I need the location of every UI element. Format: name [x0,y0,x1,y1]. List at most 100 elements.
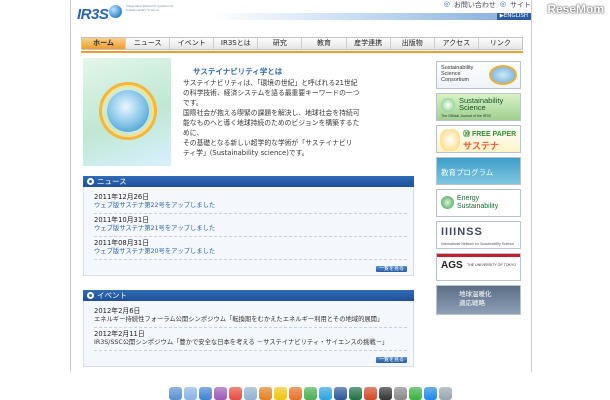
section-bullet-icon [87,178,94,185]
news-link[interactable]: ウェブ版サステナ第21号をアップしました [94,225,407,233]
event-title-link[interactable]: エネルギー持続性フォーラム公開シンポジウム「転換期をむかえたエネルギー利用とその… [94,316,407,324]
more-row: 一覧を見る [94,351,407,363]
banner-sublabel: The Official Journal of the IR3S [441,114,491,118]
firefox-icon[interactable] [288,387,302,400]
banner-inss[interactable]: IIIINSS International Network for Sustai… [436,221,521,249]
finder-icon[interactable] [168,387,182,400]
leaf-icon [441,196,454,209]
events-list: 2012年2月6日 エネルギー持続性フォーラム公開シンポジウム「転換期をむかえた… [83,301,414,367]
news-date: 2011年08月31日 [94,239,149,247]
nav-education[interactable]: 教育 [302,38,347,49]
banner-consortium[interactable]: Sustainability Science Consortium [436,61,521,89]
nav-research[interactable]: 研究 [258,38,303,49]
mascot-icon [440,129,460,151]
itunes-icon[interactable] [213,387,227,400]
banner-sublabel: THE UNIVERSITY OF TOKYO [467,263,517,267]
list-item: 2012年2月6日 エネルギー持続性フォーラム公開シンポジウム「転換期をむかえた… [94,305,407,328]
more-row: 一覧を見る [94,260,407,272]
site-header: IR3S Integrated Research System for Sust… [71,0,531,34]
hero-text: サステイナビリティは、「環境の世紀」と呼ばれる21世紀 の科学技術、経済システム… [183,79,360,157]
hero-image [83,58,171,166]
banner-label: AGS [441,260,463,271]
news-link[interactable]: ウェブ版サステナ第22号をアップしました [94,202,407,210]
ir3s-logo[interactable]: IR3S [77,6,109,23]
red-bar [437,254,520,257]
word-icon[interactable] [333,387,347,400]
contact-link[interactable]: お問い合わせ [454,0,496,10]
news-date: 2011年10月31日 [94,216,149,224]
photos-icon[interactable] [258,387,272,400]
top-links: ◎ お問い合わせ ◎ サイト [444,0,531,10]
header-stripe [211,13,531,20]
dropbox-icon[interactable] [423,387,437,400]
sidebar-banners: Sustainability Science Consortium Sustai… [436,61,521,319]
events-heading-label: イベント [97,291,127,300]
nav-underline [81,51,523,53]
hero-title: サステイナビリティ学とは [193,67,283,76]
mail-icon[interactable] [183,387,197,400]
hero-section: サステイナビリティ学とは サステイナビリティは、「環境の世紀」と呼ばれる21世紀… [81,56,416,168]
bullet-icon: ◎ [443,0,450,8]
news-link[interactable]: ウェブ版サステナ第20号をアップしました [94,248,407,256]
banner-label: IIIINSS [441,226,483,238]
news-more-button[interactable]: 一覧を見る [375,266,407,272]
events-more-button[interactable]: 一覧を見る [375,357,407,363]
banner-journal[interactable]: Sustainability Science The Official Jour… [436,93,521,121]
nav-publications[interactable]: 出版物 [391,38,435,49]
banner-label: 教育プログラム [441,168,494,177]
banner-adaptation[interactable]: 地球温暖化 適応戦略 [436,285,521,315]
list-item: 2011年10月31日 ウェブ版サステナ第21号をアップしました [94,214,407,237]
nav-news[interactable]: ニュース [126,38,171,49]
preview-icon[interactable] [243,387,257,400]
list-item: 2012年2月11日 IR3S/SSC公開シンポジウム「豊かで安全な日本を考える… [94,328,407,351]
main-nav: ホーム ニュース イベント IR3Sとは 研究 教育 産学連携 出版物 アクセス… [81,37,523,50]
section-bullet-icon [87,292,94,299]
event-date: 2012年2月11日 [94,330,145,338]
event-title-link[interactable]: IR3S/SSC公開シンポジウム「豊かで安全な日本を考える －サステイナビリティ… [94,339,407,347]
watermark: ReseMom [547,2,604,16]
nav-links[interactable]: リンク [479,38,522,49]
news-section: ニュース 2011年12月26日 ウェブ版サステナ第22号をアップしました 20… [83,176,414,276]
banner-sublabel: International Network for Sustainability… [441,242,515,246]
terminal-icon[interactable] [378,387,392,400]
events-heading: イベント [83,290,414,301]
events-section: イベント 2012年2月6日 エネルギー持続性フォーラム公開シンポジウム「転換期… [83,290,414,367]
banner-label: Energy Sustainability [457,195,499,210]
banner-free-paper[interactable]: ⑳ FREE PAPER サステナ [436,125,521,153]
banner-label: ⑳ FREE PAPER [463,131,517,138]
evernote-icon[interactable] [408,387,422,400]
chrome-icon[interactable] [303,387,317,400]
nav-home[interactable]: ホーム [82,38,127,49]
banner-energy[interactable]: Energy Sustainability [436,189,521,217]
banner-ags[interactable]: AGS THE UNIVERSITY OF TOKYO [436,253,521,281]
notes-icon[interactable] [273,387,287,400]
dock [120,384,500,400]
news-heading: ニュース [83,176,414,187]
banner-label: Sustainability Science Consortium [441,65,474,83]
trash-icon[interactable] [438,387,452,400]
safari-icon[interactable] [198,387,212,400]
news-date: 2011年12月26日 [94,193,149,201]
settings-icon[interactable] [393,387,407,400]
nav-events[interactable]: イベント [170,38,215,49]
list-item: 2011年12月26日 ウェブ版サステナ第22号をアップしました [94,191,407,214]
excel-icon[interactable] [348,387,362,400]
skype-icon[interactable] [318,387,332,400]
earth-orb-graphic [107,90,149,132]
banner-education[interactable]: 教育プログラム [436,157,521,185]
powerpoint-icon[interactable] [363,387,377,400]
bullet-icon: ◎ [499,0,506,8]
calendar-icon[interactable] [228,387,242,400]
nav-industry[interactable]: 産学連携 [347,38,391,49]
banner-label: 地球温暖化 適応戦略 [459,291,492,307]
english-link[interactable]: ▶ENGLISH [496,13,531,20]
globe-icon [109,5,122,18]
nav-access[interactable]: アクセス [435,38,479,49]
banner-label: Sustainability Science [459,96,504,112]
globe-icon [441,98,455,112]
logo-subtitle: Integrated Research System for Sustainab… [126,4,174,12]
ring-logo-icon [489,65,517,85]
sitemap-link[interactable]: サイト [510,0,531,10]
event-date: 2012年2月6日 [94,307,141,315]
nav-about[interactable]: IR3Sとは [214,38,259,49]
